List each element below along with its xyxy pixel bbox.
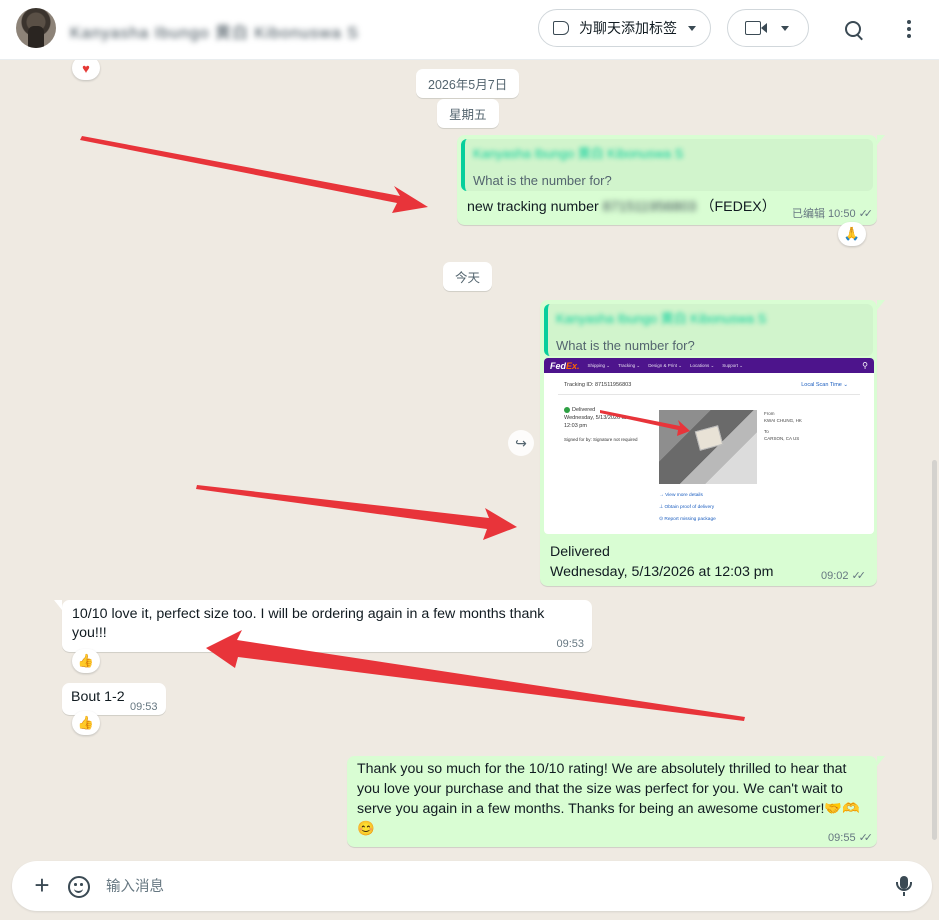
fedex-link: ⊙ Report missing package	[659, 517, 716, 522]
fedex-logo-fed: Fed	[550, 360, 567, 371]
fedex-nav-item: Tracking ⌄	[618, 362, 641, 368]
caption-line: Delivered	[550, 544, 610, 560]
package-box	[694, 425, 724, 451]
date-separator-today: 今天	[443, 262, 493, 291]
fedex-route: From KWAI CHUNG, HK To CARSON, CA US	[764, 410, 802, 442]
fedex-to-value: CARSON, CA US	[764, 436, 800, 441]
message-time: 09:53	[130, 701, 158, 713]
fedex-nav-item: Locations ⌄	[689, 362, 715, 368]
fedex-status: Delivered	[572, 407, 596, 413]
fedex-logo-ex: Ex.	[566, 360, 580, 371]
thumbs-up-reaction[interactable]: 👍	[72, 711, 100, 735]
message-body: new tracking number	[467, 199, 599, 215]
chevron-down-icon	[781, 25, 789, 31]
tag-icon	[553, 21, 569, 35]
message-composer: +	[12, 861, 932, 911]
sticker-icon[interactable]	[68, 876, 90, 898]
fedex-tracking-screenshot[interactable]: FedEx. Shipping ⌄ Tracking ⌄ Design & Pr…	[544, 358, 874, 534]
quote-text: What is the number for?	[473, 173, 612, 188]
date-separator: 2026年5月7日	[416, 69, 520, 98]
image-caption: Delivered Wednesday, 5/13/2026 at 12:03 …	[550, 542, 773, 582]
fedex-link: ⊥ Obtain proof of delivery	[659, 505, 715, 510]
fedex-divider	[558, 394, 860, 395]
incoming-message[interactable]: 10/10 love it, perfect size too. I will …	[54, 600, 592, 652]
message-list[interactable]: ♥ 2026年5月7日 星期五 Kanyasha Ibungo 黄白 Kibon…	[0, 60, 939, 860]
arrow-to-tracking-message	[80, 136, 428, 213]
annotation-arrow	[80, 136, 428, 213]
weekday-separator: 星期五	[437, 99, 499, 128]
microphone-icon[interactable]	[896, 876, 912, 896]
delivered-check-icon	[564, 406, 570, 413]
annotation-arrow	[196, 485, 517, 540]
pray-reaction[interactable]: 🙏	[838, 222, 866, 246]
fedex-from-value: KWAI CHUNG, HK	[764, 418, 802, 423]
fedex-from-label: From	[764, 411, 775, 416]
attach-plus-icon[interactable]: +	[30, 872, 54, 898]
outgoing-message[interactable]: Kanyasha Ibungo 黄白 Kibonuswa S What is t…	[457, 135, 885, 225]
fedex-link: → View more details	[659, 493, 703, 498]
fedex-status-time: 12:03 pm	[564, 423, 587, 429]
fedex-local-time: Local Scan Time ⌄	[801, 382, 848, 388]
fedex-nav-bar: FedEx. Shipping ⌄ Tracking ⌄ Design & Pr…	[544, 358, 874, 373]
fedex-logo: FedEx.	[550, 361, 580, 371]
fedex-nav-item: Support ⌄	[722, 362, 744, 368]
fedex-to-label: To	[764, 429, 769, 434]
quoted-message[interactable]: Kanyasha Ibungo 黄白 Kibonuswa S What is t…	[461, 139, 873, 191]
message-meta: 09:02 ✓✓	[821, 569, 867, 583]
quoted-message[interactable]: Kanyasha Ibungo 黄白 Kibonuswa S What is t…	[544, 304, 873, 356]
caption-line: Wednesday, 5/13/2026 at 12:03 pm	[550, 564, 774, 580]
video-call-button[interactable]	[727, 9, 809, 47]
delivery-photo	[659, 410, 757, 484]
video-camera-icon	[745, 21, 767, 35]
message-input[interactable]	[104, 873, 868, 901]
fedex-status-date: Wednesday, 5/13/2026 at	[564, 415, 627, 421]
search-icon	[845, 21, 861, 37]
message-time: 09:53	[556, 638, 584, 650]
double-tick-icon: ✓✓	[851, 570, 867, 582]
fedex-status-block: Delivered Wednesday, 5/13/2026 at 12:03 …	[564, 406, 638, 444]
search-button[interactable]	[838, 14, 868, 44]
carrier-label: （FEDEX）	[700, 199, 776, 215]
arrow-to-delivered-message	[196, 485, 517, 540]
message-text: Bout 1-2	[71, 689, 125, 705]
message-meta: 已编辑 10:50 ✓✓	[792, 205, 874, 224]
fedex-signed: Signed for by: Signature not required	[564, 437, 638, 442]
message-meta: 09:55 ✓✓	[828, 829, 874, 848]
fedex-search-icon: ⚲	[862, 361, 868, 370]
message-text: new tracking number 871511956803 （FEDEX）	[467, 198, 776, 217]
quote-author: Kanyasha Ibungo 黄白 Kibonuswa S	[556, 311, 767, 326]
menu-dot	[907, 27, 911, 31]
quote-author: Kanyasha Ibungo 黄白 Kibonuswa S	[473, 146, 684, 161]
edited-label: 已编辑	[792, 208, 826, 220]
tracking-number-redacted: 871511956803	[602, 199, 697, 215]
message-text: 10/10 love it, perfect size too. I will …	[72, 606, 545, 641]
menu-button[interactable]	[894, 14, 924, 44]
double-tick-icon: ✓✓	[858, 208, 874, 220]
fedex-links: → View more details ⊥ Obtain proof of de…	[659, 490, 716, 526]
heart-reaction[interactable]: ♥	[72, 60, 100, 80]
incoming-message[interactable]: Bout 1-2 09:53	[62, 683, 166, 715]
double-tick-icon: ✓✓	[858, 832, 874, 844]
add-label-text: 为聊天添加标签	[579, 20, 677, 36]
scrollbar-thumb[interactable]	[932, 460, 937, 840]
chevron-down-icon	[688, 25, 696, 31]
outgoing-message[interactable]: Thank you so much for the 10/10 rating! …	[347, 756, 885, 848]
thumbs-up-reaction[interactable]: 👍	[72, 649, 100, 673]
message-time: 09:55	[828, 832, 856, 844]
contact-avatar[interactable]	[16, 8, 56, 48]
menu-dot	[907, 34, 911, 38]
quote-text: What is the number for?	[556, 338, 695, 353]
message-time: 09:02	[821, 569, 849, 582]
fedex-nav-item: Shipping ⌄	[587, 362, 611, 368]
menu-dot	[907, 20, 911, 24]
contact-name[interactable]: Kanyasha Ibungo 黄白 Kibonuswa S	[70, 19, 359, 43]
forward-icon[interactable]: ↪	[508, 430, 534, 456]
message-text: Thank you so much for the 10/10 rating! …	[357, 761, 860, 837]
add-label-button[interactable]: 为聊天添加标签	[538, 9, 711, 47]
fedex-nav-item: Design & Print ⌄	[648, 362, 682, 368]
fedex-tracking-id: Tracking ID: 871511956803	[564, 382, 632, 388]
chat-header: Kanyasha Ibungo 黄白 Kibonuswa S 为聊天添加标签	[0, 0, 939, 60]
